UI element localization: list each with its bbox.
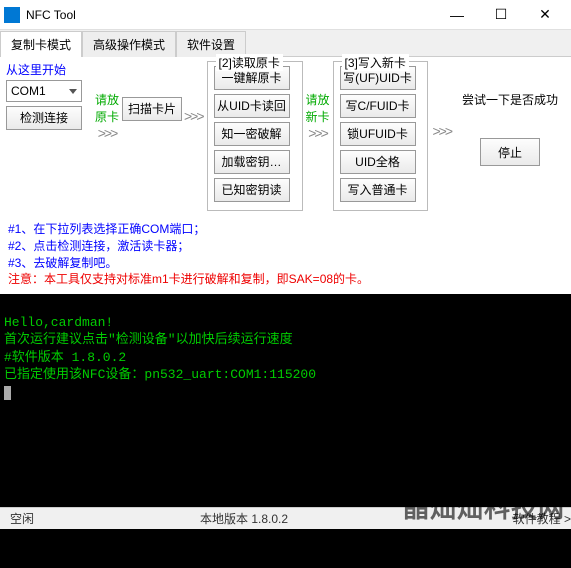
scan-card-button[interactable]: 扫描卡片	[122, 97, 182, 121]
arrow-col-4: >>>	[430, 61, 453, 171]
stop-button[interactable]: 停止	[480, 138, 540, 166]
note-3: #3、去破解复制吧。	[8, 255, 563, 272]
minimize-button[interactable]: —	[435, 1, 479, 29]
console-line: Hello,cardman!	[4, 315, 113, 330]
console-line: 首次运行建议点击"检测设备"以加快后续运行速度	[4, 332, 293, 347]
tab-copy-mode[interactable]: 复制卡模式	[0, 31, 82, 57]
console-line: 已指定使用该NFC设备：pn532_uart:COM1:115200	[4, 367, 316, 382]
tab-advanced-mode[interactable]: 高级操作模式	[82, 31, 176, 57]
notes-panel: #1、在下拉列表选择正确COM端口； #2、点击检测连接，激活读卡器； #3、去…	[0, 219, 571, 294]
write-cfuid-button[interactable]: 写C/FUID卡	[340, 94, 416, 118]
write-card-group: [3]写入新卡 写(UF)UID卡 写C/FUID卡 锁UFUID卡 UID全格…	[333, 61, 429, 211]
step1-title: 从这里开始	[6, 61, 92, 78]
note-1: #1、在下拉列表选择正确COM端口；	[8, 221, 563, 238]
try-label: 尝试一下是否成功	[462, 91, 558, 108]
write-normal-button[interactable]: 写入普通卡	[340, 178, 416, 202]
lock-ufuid-button[interactable]: 锁UFUID卡	[340, 122, 416, 146]
arrow-icon: >>>	[306, 125, 329, 141]
main-toolbar: 从这里开始 COM1 检测连接 请放原卡 >>> 扫描卡片 >>> [2]读取原…	[0, 57, 571, 219]
read-card-group: [2]读取原卡 一键解原卡 从UID卡读回 知一密破解 加载密钥… 已知密钥读	[207, 61, 303, 211]
known-one-crack-button[interactable]: 知一密破解	[214, 122, 290, 146]
app-icon	[4, 7, 20, 23]
cursor-icon	[4, 386, 11, 400]
com-port-select[interactable]: COM1	[6, 80, 82, 102]
write-group-title: [3]写入新卡	[342, 54, 409, 71]
status-version: 本地版本 1.8.0.2	[200, 510, 493, 527]
arrow-col-3: 请放新卡 >>>	[305, 61, 331, 171]
read-from-uid-button[interactable]: 从UID卡读回	[214, 94, 290, 118]
arrow-icon: >>>	[430, 123, 453, 139]
note-2: #2、点击检测连接，激活读卡器；	[8, 238, 563, 255]
known-key-read-button[interactable]: 已知密钥读	[214, 178, 290, 202]
arrow-icon: >>>	[182, 108, 205, 124]
final-panel: 尝试一下是否成功 停止	[455, 61, 565, 166]
note-warning: 注意：本工具仅支持对标准m1卡进行破解和复制，即SAK=08的卡。	[8, 271, 563, 288]
com-port-value: COM1	[11, 84, 46, 98]
status-state: 空闲	[0, 510, 200, 527]
tab-bar: 复制卡模式 高级操作模式 软件设置	[0, 30, 571, 57]
maximize-button[interactable]: ☐	[479, 1, 523, 29]
window-title: NFC Tool	[26, 8, 435, 22]
scan-panel: 扫描卡片	[122, 61, 180, 125]
close-button[interactable]: ✕	[523, 1, 567, 29]
place-original-hint: 请放原卡	[94, 91, 120, 125]
load-keys-button[interactable]: 加载密钥…	[214, 150, 290, 174]
step1-panel: 从这里开始 COM1 检测连接	[6, 61, 92, 134]
uid-full-format-button[interactable]: UID全格	[340, 150, 416, 174]
read-group-title: [2]读取原卡	[216, 54, 283, 71]
arrow-icon: >>>	[96, 125, 119, 141]
detect-connection-button[interactable]: 检测连接	[6, 106, 82, 130]
arrow-col-2: >>>	[182, 61, 205, 171]
titlebar: NFC Tool — ☐ ✕	[0, 0, 571, 30]
tutorial-link[interactable]: 软件教程 >	[513, 510, 571, 527]
arrow-col-1: 请放原卡 >>>	[94, 61, 120, 171]
status-bar: 空闲 本地版本 1.8.0.2 软件教程 >	[0, 507, 571, 529]
place-new-hint: 请放新卡	[305, 91, 331, 125]
console-line: #软件版本 1.8.0.2	[4, 350, 126, 365]
